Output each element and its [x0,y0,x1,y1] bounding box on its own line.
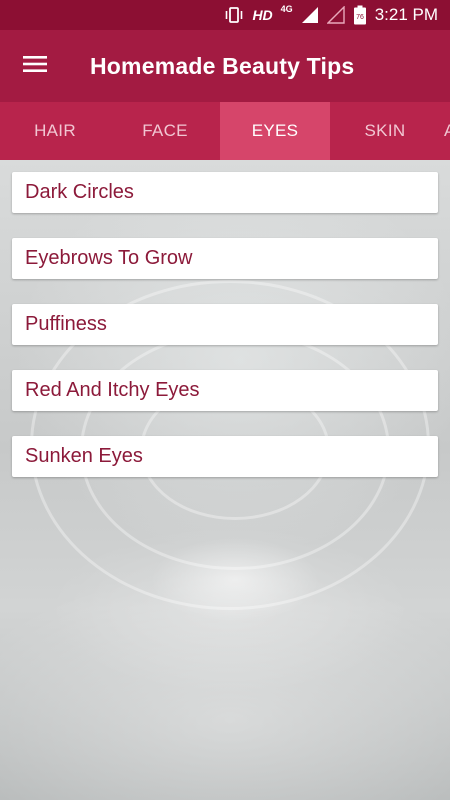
list-item-eyebrows-to-grow[interactable]: Eyebrows To Grow [12,238,438,279]
tab-hair[interactable]: HAIR [0,102,110,160]
app-bar: Homemade Beauty Tips [0,30,450,102]
tab-eyes[interactable]: EYES [220,102,330,160]
battery-icon: 76 [353,5,367,25]
network-type-label: 4G [280,4,293,14]
signal-icon [301,6,319,24]
status-bar: HD 4G 76 3:21 PM [0,0,450,30]
tab-face[interactable]: FACE [110,102,220,160]
network-hd-label: HD [252,7,273,23]
list-item-sunken-eyes[interactable]: Sunken Eyes [12,436,438,477]
menu-icon [23,55,47,78]
tab-skin[interactable]: SKIN [330,102,440,160]
category-tabs: HAIR FACE EYES SKIN A [0,102,450,160]
list-item-red-and-itchy-eyes[interactable]: Red And Itchy Eyes [12,370,438,411]
status-time: 3:21 PM [374,5,438,24]
vibrate-icon [224,6,244,24]
app-title: Homemade Beauty Tips [90,52,355,79]
menu-button[interactable] [0,30,70,102]
signal-empty-icon [326,6,345,24]
tab-partial[interactable]: A [440,102,450,160]
eyes-tips-list: Dark Circles Eyebrows To Grow Puffiness … [12,172,438,502]
battery-level-text: 76 [356,14,364,21]
list-item-dark-circles[interactable]: Dark Circles [12,172,438,213]
list-item-puffiness[interactable]: Puffiness [12,304,438,345]
